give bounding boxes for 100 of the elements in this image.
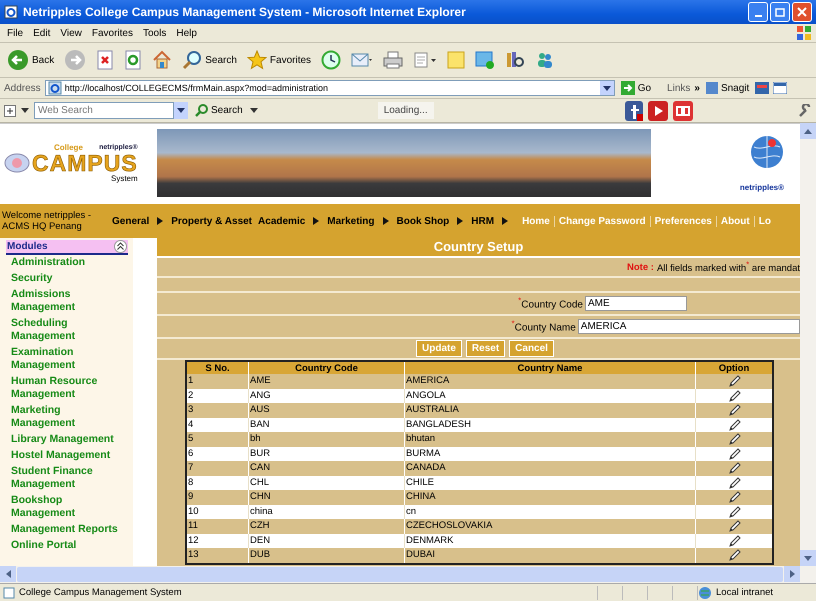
close-icon [797, 7, 807, 17]
table-cell: 8 [186, 476, 248, 490]
table-cell: AMERICA [404, 374, 696, 389]
pencil-icon[interactable] [728, 446, 742, 461]
table-cell: bhutan [404, 432, 696, 447]
nav-menu-item[interactable]: General [112, 216, 150, 226]
module-link[interactable]: Hostel Management [0, 448, 121, 462]
document-icon [413, 51, 438, 69]
search-button[interactable]: Search [193, 104, 245, 117]
dropdown-arrow-icon[interactable] [21, 108, 29, 113]
nav-menu-item[interactable]: Property & Asset [171, 216, 252, 226]
globe-icon [698, 586, 712, 600]
module-link[interactable]: Admissions Management [0, 287, 121, 314]
module-link[interactable]: Library Management [0, 432, 121, 446]
minimize-button[interactable] [748, 2, 768, 22]
close-button[interactable] [792, 2, 812, 22]
pencil-icon[interactable] [728, 418, 742, 432]
table-cell: 3 [186, 403, 248, 418]
module-link[interactable]: Marketing Management [0, 403, 121, 430]
facebook-icon[interactable] [625, 100, 643, 120]
horizontal-scrollbar[interactable] [0, 566, 816, 583]
links-label[interactable]: Links [667, 82, 690, 94]
nav-menu-item[interactable]: Book Shop [396, 216, 450, 226]
settings-icon[interactable] [798, 104, 812, 118]
window-capture-icon[interactable] [773, 82, 788, 94]
more-links-button[interactable]: » [694, 82, 700, 94]
snagit-button[interactable]: Snagit [704, 82, 752, 94]
brand-name: netripples® [740, 182, 784, 192]
maximize-button[interactable] [770, 2, 790, 22]
capture-icon[interactable] [755, 82, 770, 94]
messenger-icon [475, 50, 496, 70]
scroll-up-icon[interactable] [804, 128, 812, 134]
pencil-icon[interactable] [728, 374, 742, 388]
menu-item[interactable]: Edit [30, 28, 58, 38]
badge-icon[interactable] [673, 100, 693, 120]
module-link[interactable]: Bookshop Management [0, 493, 121, 520]
video-icon[interactable] [648, 100, 668, 120]
search-icon [182, 50, 202, 70]
pencil-icon[interactable] [728, 504, 742, 519]
module-link[interactable]: Human Resource Management [0, 374, 121, 401]
module-link[interactable]: Student Finance Management [0, 464, 121, 491]
table-cell: 13 [186, 548, 248, 564]
table-cell: china [248, 504, 404, 520]
module-link[interactable]: Scheduling Management [0, 316, 121, 343]
add-icon[interactable] [4, 104, 16, 116]
nav-menu-item[interactable]: Academic [258, 216, 306, 226]
menu-item[interactable]: File [4, 28, 30, 38]
address-field[interactable]: http://localhost/COLLEGECMS/frmMain.aspx?mod=administration [44, 80, 615, 96]
page-icon [48, 81, 62, 95]
nav-menu-item[interactable]: HRM [471, 216, 494, 226]
go-arrow-icon [620, 81, 635, 95]
module-link[interactable]: Administration [0, 255, 121, 269]
globe-icon [750, 134, 784, 168]
favorites-button[interactable]: Favorites [244, 48, 314, 72]
table-cell: 5 [186, 432, 248, 447]
table-cell: CANADA [404, 461, 696, 476]
menu-item[interactable]: View [57, 28, 89, 38]
table-cell: DUBAI [404, 548, 696, 564]
module-link[interactable]: Online Portal [0, 538, 121, 552]
welcome-text: Welcome netripples - ACMS HQ Penang [1, 210, 92, 232]
dropdown-arrow-icon [177, 108, 185, 113]
scroll-left-icon[interactable] [6, 570, 10, 578]
collapse-icon[interactable] [114, 240, 127, 253]
globe-icon [4, 153, 30, 173]
books-icon [505, 50, 526, 70]
pencil-icon[interactable] [728, 432, 742, 446]
menu-item[interactable]: Tools [140, 28, 174, 38]
search-button[interactable]: Search [179, 48, 240, 72]
module-link[interactable]: Examination Management [0, 345, 121, 372]
pencil-icon[interactable] [728, 519, 742, 534]
pencil-icon[interactable] [728, 548, 742, 562]
dropdown-arrow-icon[interactable] [250, 108, 258, 113]
refresh-icon [124, 50, 142, 70]
nav-menu-item[interactable]: Marketing [327, 216, 375, 226]
menu-item[interactable]: Help [173, 28, 204, 38]
menu-item[interactable]: Favorites [88, 28, 140, 38]
dropdown-button[interactable] [174, 102, 188, 119]
pencil-icon[interactable] [728, 461, 742, 476]
module-link[interactable]: Management Reports [0, 522, 121, 536]
table-cell: 10 [186, 504, 248, 520]
back-button[interactable]: Back [4, 47, 58, 73]
scroll-right-icon[interactable] [790, 570, 794, 578]
table-cell: AUSTRALIA [404, 403, 696, 418]
pencil-icon[interactable] [728, 534, 742, 548]
status-text: College Campus Management System [19, 587, 182, 598]
table-cell: ANGOLA [404, 388, 696, 404]
pencil-icon[interactable] [728, 388, 742, 403]
text-field[interactable]: AME [585, 296, 687, 311]
web-search-field[interactable]: Web Search [34, 102, 174, 119]
vertical-scrollbar[interactable] [800, 123, 816, 566]
modules-header[interactable]: Modules [6, 240, 128, 255]
go-button[interactable]: Go [618, 81, 654, 95]
pencil-icon[interactable] [728, 476, 742, 490]
table-cell: BAN [248, 418, 404, 432]
maximize-icon [775, 7, 785, 17]
pencil-icon[interactable] [728, 403, 742, 418]
module-link[interactable]: Security [0, 271, 121, 285]
pencil-icon[interactable] [728, 490, 742, 504]
scroll-down-icon[interactable] [804, 556, 812, 560]
text-field[interactable]: AMERICA [578, 319, 800, 334]
